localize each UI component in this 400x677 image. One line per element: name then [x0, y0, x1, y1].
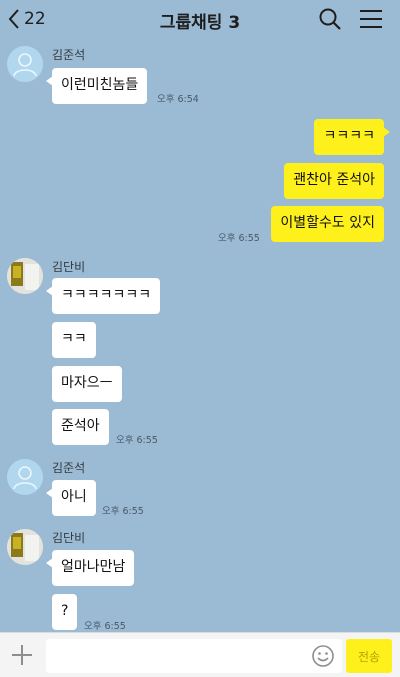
- message-bubble[interactable]: 준석아: [52, 409, 109, 445]
- sender-name: 김단비: [52, 260, 86, 274]
- photo-avatar: [7, 529, 43, 565]
- plus-icon: [12, 645, 32, 665]
- message-bubble[interactable]: ㅋㅋ: [52, 322, 96, 358]
- avatar[interactable]: [7, 529, 43, 565]
- sender-name: 김준석: [52, 461, 86, 475]
- message-bubble[interactable]: 괜찬아 준석아: [284, 163, 384, 199]
- message-bubble[interactable]: 이런미친놈들: [45, 68, 148, 104]
- message-bubble[interactable]: 아니: [46, 480, 96, 516]
- message-time: 오후 6:55: [102, 506, 144, 517]
- message-bubble[interactable]: ㅋㅋㅋㅋ: [314, 119, 390, 155]
- send-button[interactable]: 전송: [346, 639, 392, 673]
- message-time: 오후 6:55: [84, 621, 126, 632]
- chat-header: 22 그룹채팅 3: [0, 0, 400, 38]
- message-bubble[interactable]: ?: [52, 594, 78, 630]
- input-bar: 전송: [0, 632, 400, 677]
- menu-button[interactable]: [359, 7, 385, 31]
- avatar[interactable]: [7, 258, 43, 294]
- search-icon: [319, 8, 341, 30]
- photo-avatar: [7, 258, 43, 294]
- menu-icon: [360, 10, 382, 28]
- emoji-button[interactable]: [311, 644, 335, 668]
- message-input[interactable]: [46, 639, 342, 673]
- message-bubble[interactable]: 이별할수도 있지: [271, 206, 384, 242]
- message-bubble[interactable]: 마자으ㅡ: [52, 366, 122, 402]
- avatar[interactable]: [7, 459, 43, 495]
- sender-name: 김준석: [52, 48, 86, 62]
- message-time: 오후 6:54: [157, 94, 199, 105]
- avatar[interactable]: [7, 46, 43, 82]
- message-bubble[interactable]: ㅋㅋㅋㅋㅋㅋㅋ: [45, 278, 161, 314]
- search-button[interactable]: [318, 7, 344, 31]
- message-time: 오후 6:55: [116, 435, 158, 446]
- default-avatar-icon: [7, 46, 43, 82]
- attach-button[interactable]: [10, 643, 34, 667]
- chat-log[interactable]: 김준석 이런미친놈들 오후 6:54 ㅋㅋㅋㅋ 괜찬아 준석아 이별할수도 있지…: [0, 38, 400, 632]
- sender-name: 김단비: [52, 531, 86, 545]
- message-bubble[interactable]: 얼마나만남: [45, 550, 135, 586]
- default-avatar-icon: [7, 459, 43, 495]
- message-time: 오후 6:55: [218, 233, 260, 244]
- emoji-icon: [312, 645, 334, 667]
